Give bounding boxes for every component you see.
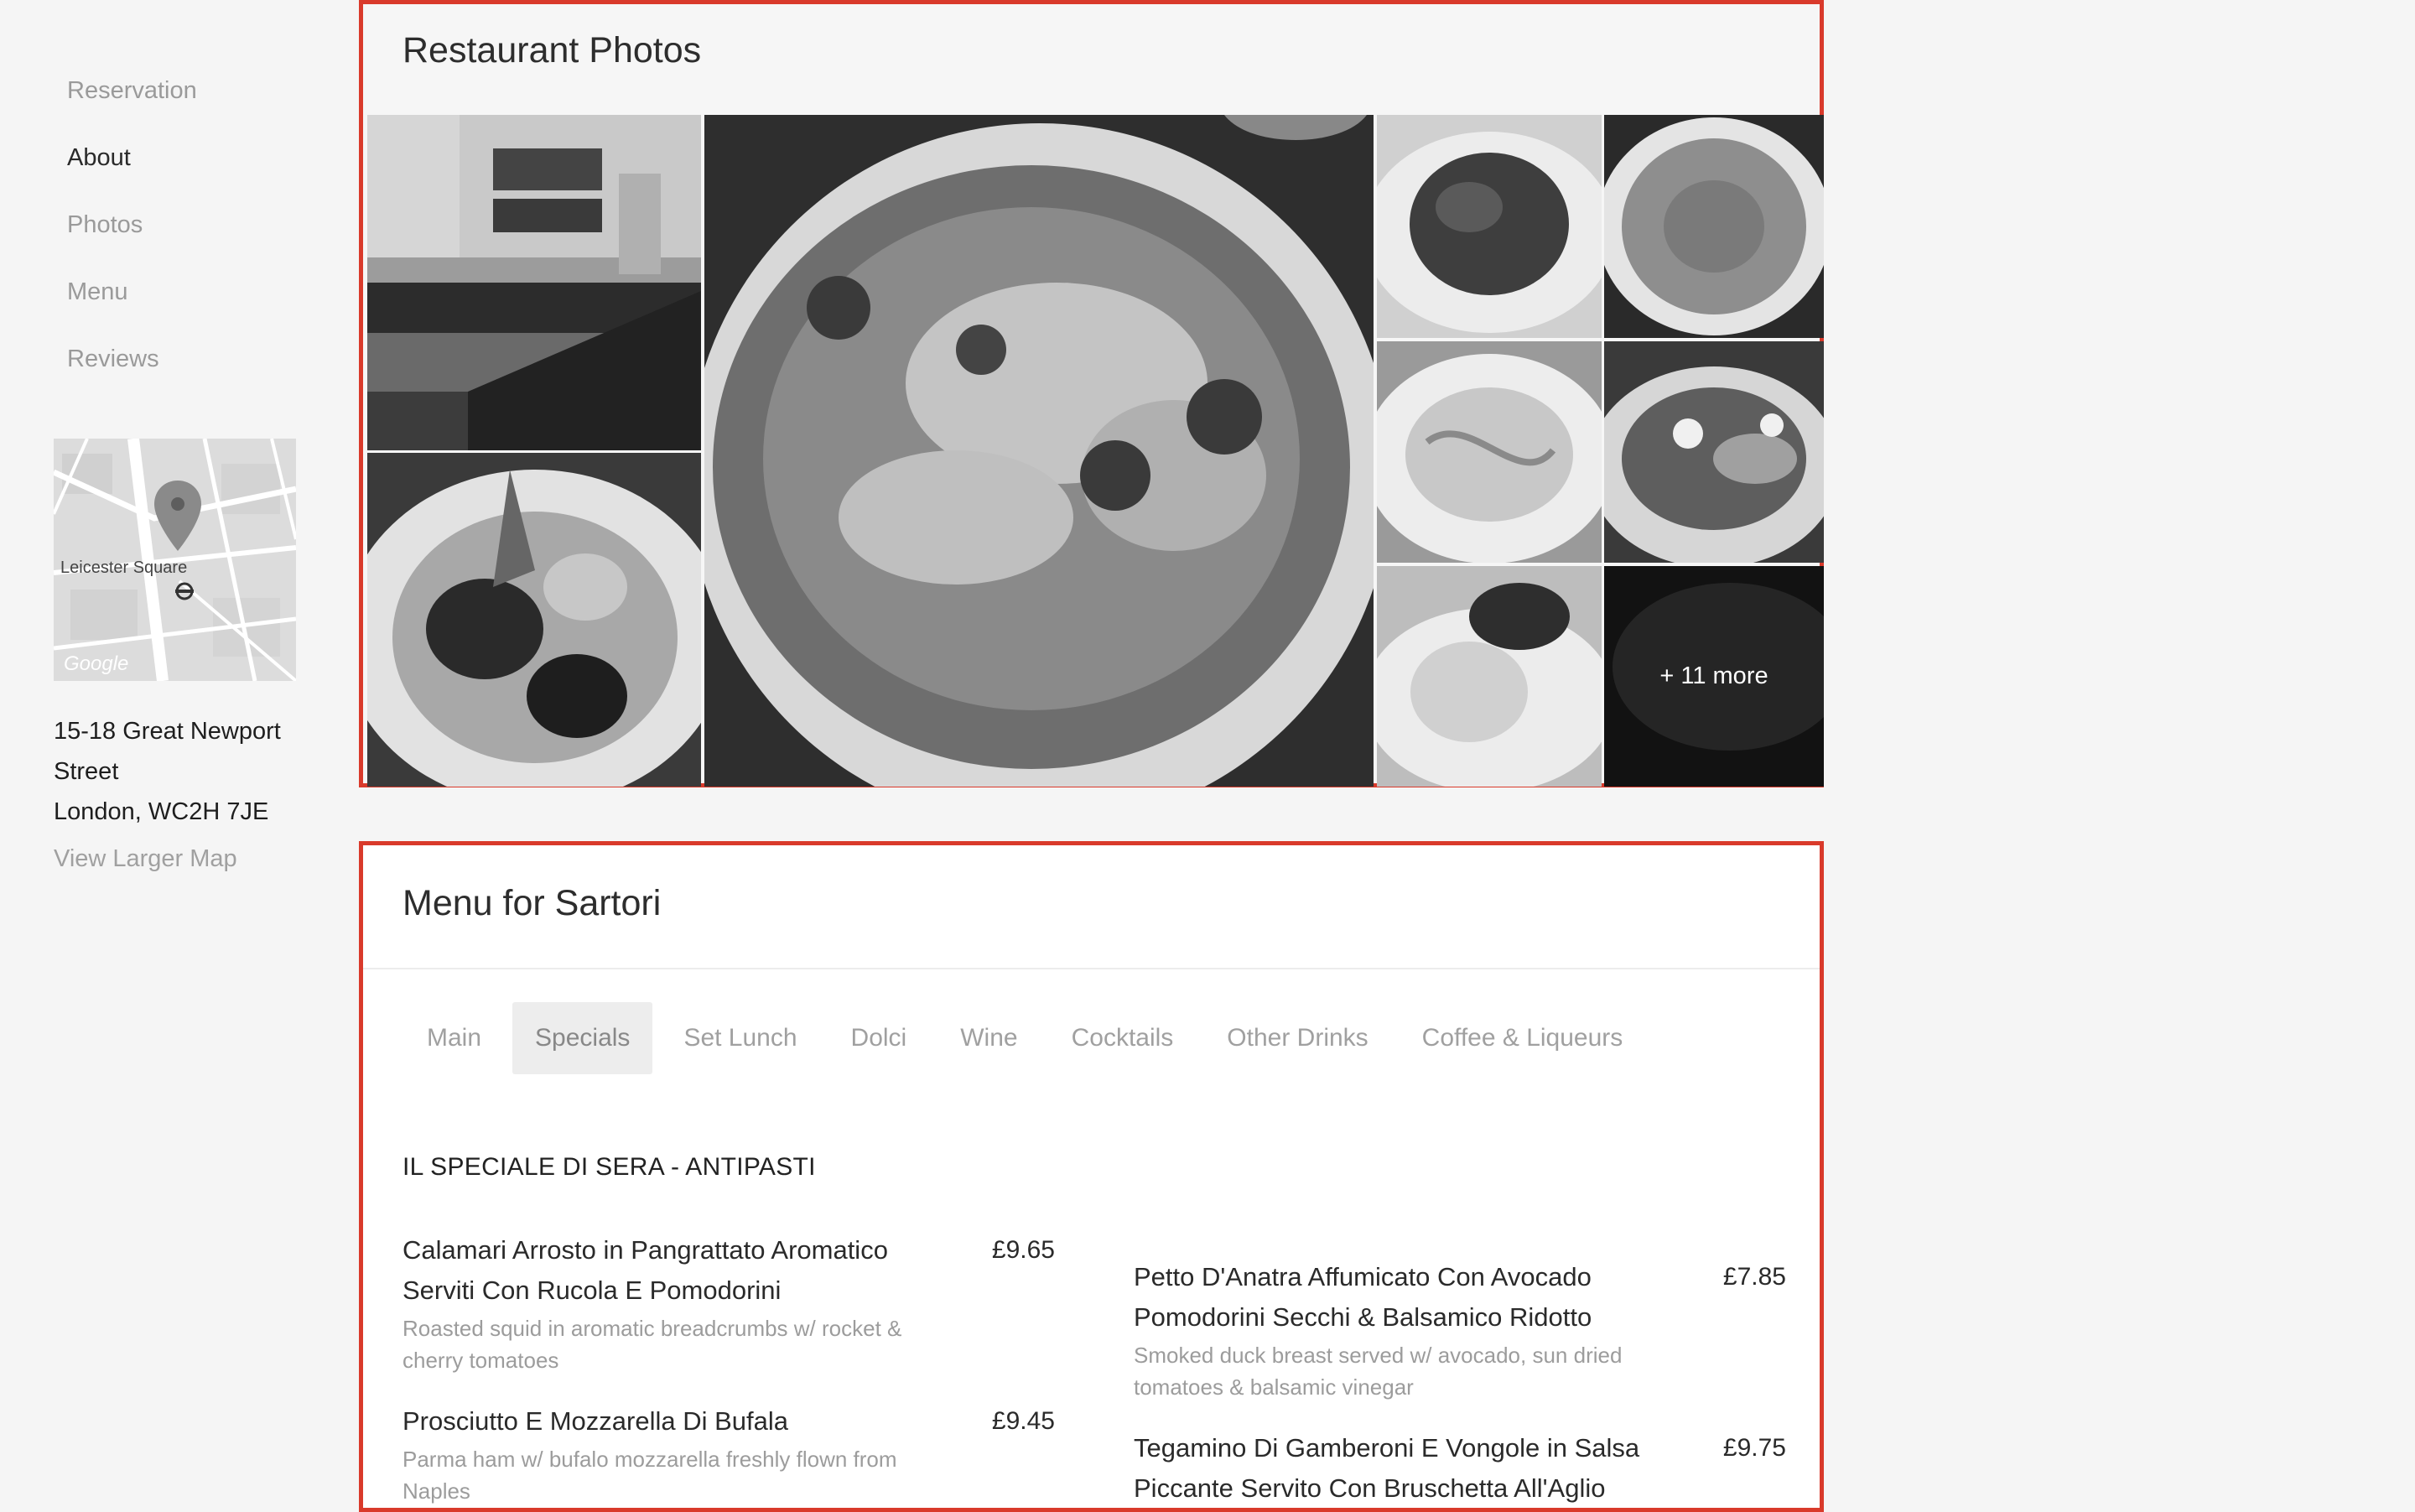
tab-cocktails[interactable]: Cocktails <box>1049 1002 1197 1074</box>
menu-item-name: Calamari Arrosto in Pangrattato Aromatic… <box>402 1235 888 1305</box>
dish-4-image <box>1604 341 1824 563</box>
photo-dish-4[interactable] <box>1604 341 1824 563</box>
photo-more[interactable]: + 11 more <box>1604 566 1824 787</box>
address-line-1: 15-18 Great Newport <box>54 718 281 745</box>
map-place-label: Leicester Square <box>60 559 188 577</box>
address-line-2: Street <box>54 758 119 785</box>
nav-menu[interactable]: Menu <box>67 275 128 309</box>
menu-item: Prosciutto E Mozzarella Di Bufala Parma … <box>402 1401 1055 1507</box>
interior-image <box>367 115 701 450</box>
menu-divider <box>363 968 1820 969</box>
tab-other-drinks[interactable]: Other Drinks <box>1204 1002 1390 1074</box>
menu-item: Calamari Arrosto in Pangrattato Aromatic… <box>402 1230 1055 1376</box>
photo-dessert[interactable] <box>1377 566 1602 787</box>
more-photos-image <box>1604 566 1824 787</box>
restaurant-address: 15-18 Great Newport Street London, WC2H … <box>54 711 322 832</box>
photo-seafood-pasta[interactable] <box>367 453 701 787</box>
menu-item: Petto D'Anatra Affumicato Con Avocado Po… <box>1134 1257 1786 1403</box>
sidebar: Reservation About Photos Menu Reviews Le… <box>0 0 352 1509</box>
seafood-pasta-image <box>367 453 701 787</box>
dish-1-image <box>1377 115 1602 338</box>
underground-icon <box>175 582 194 600</box>
menu-item-name: Prosciutto E Mozzarella Di Bufala <box>402 1406 789 1436</box>
menu-item-name: Tegamino Di Gamberoni E Vongole in Salsa… <box>1134 1433 1640 1503</box>
map-brand-logo: Google <box>64 652 129 675</box>
tab-set-lunch[interactable]: Set Lunch <box>661 1002 819 1074</box>
menu-item-price: £9.75 <box>1722 1434 1786 1462</box>
dessert-image <box>1377 566 1602 787</box>
menu-item-price: £9.65 <box>991 1236 1055 1264</box>
nav-reviews[interactable]: Reviews <box>67 342 159 376</box>
menu-item-description: Roasted squid in aromatic breadcrumbs w/… <box>402 1316 902 1373</box>
menu-item: Tegamino Di Gamberoni E Vongole in Salsa… <box>1134 1428 1786 1509</box>
tab-main[interactable]: Main <box>404 1002 504 1074</box>
menu-item-price: £9.45 <box>991 1407 1055 1435</box>
photos-title: Restaurant Photos <box>402 30 702 70</box>
nav-about[interactable]: About <box>67 141 131 174</box>
photo-interior[interactable] <box>367 115 701 450</box>
tab-coffee-liqueurs[interactable]: Coffee & Liqueurs <box>1400 1002 1646 1074</box>
menu-tabs: Main Specials Set Lunch Dolci Wine Cockt… <box>404 1002 1654 1074</box>
map-pin-icon <box>154 481 201 551</box>
menu-section-title: IL SPECIALE DI SERA - ANTIPASTI <box>402 1153 816 1181</box>
tab-dolci[interactable]: Dolci <box>828 1002 930 1074</box>
photo-dish-1[interactable] <box>1377 115 1602 338</box>
photo-dish-2[interactable] <box>1604 115 1824 338</box>
menu-item-description: Smoked duck breast served w/ avocado, su… <box>1134 1343 1623 1400</box>
tab-wine[interactable]: Wine <box>937 1002 1040 1074</box>
photo-pizza[interactable] <box>704 115 1374 787</box>
address-line-3: London, WC2H 7JE <box>54 798 269 825</box>
tab-specials[interactable]: Specials <box>512 1002 653 1074</box>
photo-dish-3[interactable] <box>1377 341 1602 563</box>
menu-item-price: £7.85 <box>1722 1263 1786 1291</box>
menu-title: Menu for Sartori <box>402 883 662 923</box>
nav-reservation[interactable]: Reservation <box>67 74 197 107</box>
view-larger-map-link[interactable]: View Larger Map <box>54 845 237 873</box>
dish-2-image <box>1604 115 1824 338</box>
dish-3-image <box>1377 341 1602 563</box>
menu-item-name: Petto D'Anatra Affumicato Con Avocado Po… <box>1134 1262 1592 1332</box>
restaurant-photos-section: Restaurant Photos + 11 more <box>359 0 1824 787</box>
location-map[interactable]: Leicester Square Google <box>54 439 296 681</box>
pizza-image <box>704 115 1374 787</box>
nav-photos[interactable]: Photos <box>67 208 143 242</box>
menu-item-description: Parma ham w/ bufalo mozzarella freshly f… <box>402 1447 897 1504</box>
